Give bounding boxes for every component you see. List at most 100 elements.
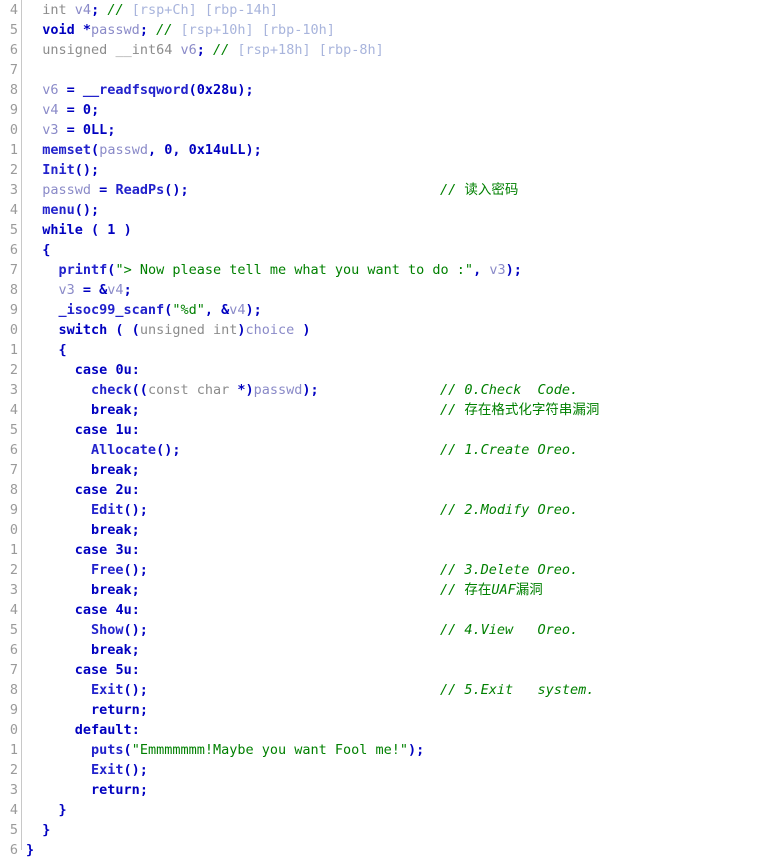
code-line[interactable]: 9 _isoc99_scanf("%d", &v4); (0, 300, 767, 320)
line-trailing-comment[interactable]: // 1.Create Oreo. (440, 440, 578, 460)
code-line[interactable]: 4 case 4u: (0, 600, 767, 620)
line-code[interactable]: switch ( (unsigned int)choice ) (26, 320, 311, 340)
code-line[interactable]: 3 check((const char *)passwd); // 0.Check… (0, 380, 767, 400)
code-line[interactable]: 8 v6 = __readfsqword(0x28u); (0, 80, 767, 100)
code-line[interactable]: 0 switch ( (unsigned int)choice ) (0, 320, 767, 340)
line-code[interactable]: Exit(); (26, 680, 148, 700)
code-line[interactable]: 5 while ( 1 ) (0, 220, 767, 240)
line-trailing-comment[interactable]: // 存在UAF漏洞 (440, 580, 543, 600)
line-code[interactable]: break; (26, 520, 140, 540)
line-number: 1 (9, 142, 18, 158)
line-code[interactable]: case 2u: (26, 480, 140, 500)
code-line[interactable]: 9 Edit(); // 2.Modify Oreo. (0, 500, 767, 520)
line-code[interactable]: unsigned __int64 v6; // [rsp+18h] [rbp-8… (26, 40, 383, 60)
line-code[interactable]: return; (26, 700, 148, 720)
code-line[interactable]: 2 Free(); // 3.Delete Oreo. (0, 560, 767, 580)
code-line[interactable]: 4 menu(); (0, 200, 767, 220)
line-code[interactable]: Init(); (26, 160, 99, 180)
code-line[interactable]: 9 v4 = 0; (0, 100, 767, 120)
line-code[interactable]: break; (26, 640, 140, 660)
line-code[interactable]: } (26, 840, 34, 860)
code-line[interactable]: 8 v3 = &v4; (0, 280, 767, 300)
line-code[interactable]: case 0u: (26, 360, 140, 380)
line-code[interactable]: case 4u: (26, 600, 140, 620)
code-line[interactable]: 6 { (0, 240, 767, 260)
line-code[interactable]: _isoc99_scanf("%d", &v4); (26, 300, 262, 320)
line-code[interactable]: break; (26, 460, 140, 480)
code-line[interactable]: 7 (0, 60, 767, 80)
line-code[interactable]: puts("Emmmmmmm!Maybe you want Fool me!")… (26, 740, 424, 760)
line-trailing-comment[interactable]: // 存在格式化字符串漏洞 (440, 400, 599, 420)
code-line[interactable]: 2 case 0u: (0, 360, 767, 380)
pseudocode-view[interactable]: 4 int v4; // [rsp+Ch] [rbp-14h] 5 void *p… (0, 0, 767, 858)
line-code[interactable]: case 5u: (26, 660, 140, 680)
line-code[interactable]: void *passwd; // [rsp+10h] [rbp-10h] (26, 20, 335, 40)
code-line[interactable]: 1 case 3u: (0, 540, 767, 560)
line-code[interactable]: break; (26, 400, 140, 420)
line-code[interactable]: v6 = __readfsqword(0x28u); (26, 80, 253, 100)
code-line[interactable]: 0 v3 = 0LL; (0, 120, 767, 140)
line-code[interactable]: { (26, 340, 67, 360)
code-line[interactable]: 6 Allocate(); // 1.Create Oreo. (0, 440, 767, 460)
line-number: 0 (9, 322, 18, 338)
code-line[interactable]: 1 puts("Emmmmmmm!Maybe you want Fool me!… (0, 740, 767, 760)
line-code[interactable]: passwd = ReadPs(); (26, 180, 188, 200)
code-line[interactable]: 6} (0, 840, 767, 860)
line-code[interactable]: case 1u: (26, 420, 140, 440)
line-code[interactable]: check((const char *)passwd); (26, 380, 319, 400)
line-number: 8 (9, 282, 18, 298)
code-line[interactable]: 1 { (0, 340, 767, 360)
code-line[interactable]: 1 memset(passwd, 0, 0x14uLL); (0, 140, 767, 160)
code-line[interactable]: 7 printf("> Now please tell me what you … (0, 260, 767, 280)
code-line[interactable]: 8 Exit(); // 5.Exit system. (0, 680, 767, 700)
line-code[interactable]: Show(); (26, 620, 148, 640)
line-code[interactable]: v3 = &v4; (26, 280, 132, 300)
line-code[interactable]: Edit(); (26, 500, 148, 520)
code-line[interactable]: 5 } (0, 820, 767, 840)
line-code[interactable]: printf("> Now please tell me what you wa… (26, 260, 522, 280)
code-line[interactable]: 6 unsigned __int64 v6; // [rsp+18h] [rbp… (0, 40, 767, 60)
code-line[interactable]: 0 break; (0, 520, 767, 540)
code-line[interactable]: 7 case 5u: (0, 660, 767, 680)
line-code[interactable]: return; (26, 780, 148, 800)
code-line[interactable]: 9 return; (0, 700, 767, 720)
code-line[interactable]: 5 Show(); // 4.View Oreo. (0, 620, 767, 640)
code-line[interactable]: 7 break; (0, 460, 767, 480)
line-code[interactable]: Allocate(); (26, 440, 180, 460)
line-code[interactable]: Exit(); (26, 760, 148, 780)
code-line[interactable]: 3 break; // 存在UAF漏洞 (0, 580, 767, 600)
line-trailing-comment[interactable]: // 3.Delete Oreo. (440, 560, 578, 580)
line-code[interactable]: case 3u: (26, 540, 140, 560)
line-code[interactable]: memset(passwd, 0, 0x14uLL); (26, 140, 262, 160)
code-line[interactable]: 5 case 1u: (0, 420, 767, 440)
line-code[interactable]: } (26, 820, 50, 840)
line-trailing-comment[interactable]: // 4.View Oreo. (440, 620, 578, 640)
line-trailing-comment[interactable]: // 读入密码 (440, 180, 518, 200)
line-code[interactable]: } (26, 800, 67, 820)
line-code[interactable]: break; (26, 580, 140, 600)
code-line[interactable]: 4 } (0, 800, 767, 820)
line-code[interactable]: v3 = 0LL; (26, 120, 115, 140)
code-line[interactable]: 4 int v4; // [rsp+Ch] [rbp-14h] (0, 0, 767, 20)
code-line[interactable]: 6 break; (0, 640, 767, 660)
code-line[interactable]: 5 void *passwd; // [rsp+10h] [rbp-10h] (0, 20, 767, 40)
code-line[interactable]: 0 default: (0, 720, 767, 740)
line-number: 6 (9, 42, 18, 58)
code-line[interactable]: 4 break; // 存在格式化字符串漏洞 (0, 400, 767, 420)
code-line[interactable]: 8 case 2u: (0, 480, 767, 500)
line-trailing-comment[interactable]: // 0.Check Code. (440, 380, 578, 400)
line-code[interactable]: { (26, 240, 50, 260)
code-line[interactable]: 2 Exit(); (0, 760, 767, 780)
code-lines-container[interactable]: 4 int v4; // [rsp+Ch] [rbp-14h] 5 void *p… (0, 0, 767, 860)
line-code[interactable]: int v4; // [rsp+Ch] [rbp-14h] (26, 0, 278, 20)
line-code[interactable]: Free(); (26, 560, 148, 580)
code-line[interactable]: 3 passwd = ReadPs(); // 读入密码 (0, 180, 767, 200)
line-code[interactable]: default: (26, 720, 140, 740)
code-line[interactable]: 2 Init(); (0, 160, 767, 180)
line-code[interactable]: menu(); (26, 200, 99, 220)
line-trailing-comment[interactable]: // 2.Modify Oreo. (440, 500, 578, 520)
line-trailing-comment[interactable]: // 5.Exit system. (440, 680, 594, 700)
line-code[interactable]: while ( 1 ) (26, 220, 131, 240)
code-line[interactable]: 3 return; (0, 780, 767, 800)
line-code[interactable]: v4 = 0; (26, 100, 99, 120)
